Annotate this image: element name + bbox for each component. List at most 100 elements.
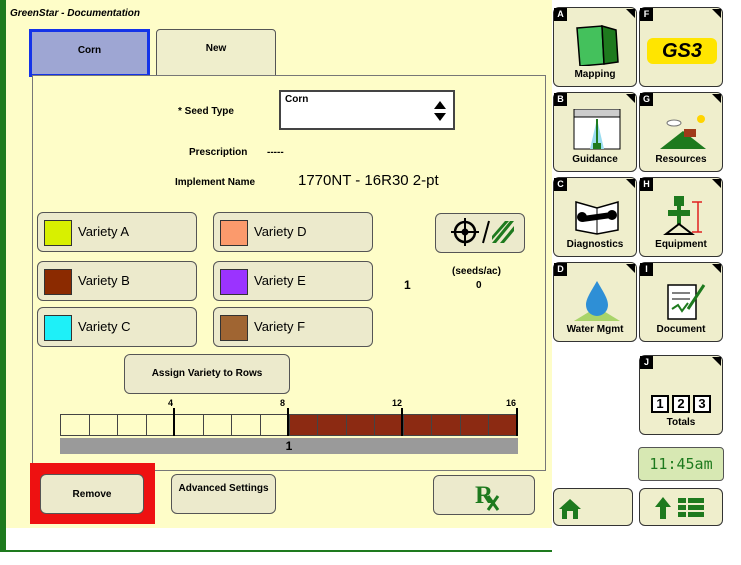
equipment-icon	[663, 196, 702, 235]
softkey-mapping-label: Mapping	[574, 69, 616, 80]
softkey-a-key: A	[554, 8, 567, 21]
row-section-bar: 1	[60, 438, 518, 454]
seed-type-value: Corn	[285, 94, 309, 105]
row-cell-9[interactable]	[288, 415, 318, 435]
totals-icon: 1 2 3	[651, 395, 711, 413]
softkey-h-key: H	[640, 178, 653, 191]
softkey-b-key: B	[554, 93, 567, 106]
row-tick-mark-4	[173, 408, 175, 436]
clock-display: 11:45am	[638, 447, 724, 481]
row-cell-4[interactable]	[145, 415, 175, 435]
document-icon	[667, 284, 706, 320]
arrow-up-menu-icon	[655, 497, 704, 519]
row-cell-14[interactable]	[431, 415, 460, 435]
variety-c-button[interactable]: Variety C	[37, 307, 197, 347]
up-down-arrows-icon[interactable]	[433, 100, 447, 122]
prescription-button[interactable]: R	[433, 475, 535, 515]
softkey-c-key: C	[554, 178, 567, 191]
variety-e-button[interactable]: Variety E	[213, 261, 373, 301]
advanced-settings-button[interactable]: Advanced Settings	[171, 474, 276, 514]
row-assignment-bar[interactable]	[60, 414, 518, 436]
resources-icon	[660, 115, 706, 149]
water-drop-icon	[574, 281, 620, 321]
softkey-mapping[interactable]: A Mapping	[553, 7, 637, 87]
variety-e-label: Variety E	[254, 273, 306, 288]
row-tick-8: 8	[280, 398, 286, 408]
variety-c-label: Variety C	[78, 319, 131, 334]
variety-c-swatch	[44, 315, 72, 341]
remove-button[interactable]: Remove	[40, 474, 144, 514]
softkey-water-mgmt[interactable]: D Water Mgmt	[553, 262, 637, 342]
row-cell-5[interactable]	[174, 415, 203, 435]
seed-type-select[interactable]: Corn	[279, 90, 455, 130]
rate-count: 1	[404, 278, 411, 292]
softkey-g-key: G	[640, 93, 653, 106]
prescription-value: -----	[267, 147, 284, 158]
row-tick-mark-8	[287, 408, 289, 436]
variety-d-button[interactable]: Variety D	[213, 212, 373, 252]
variety-e-swatch	[220, 269, 248, 295]
wrench-book-icon	[575, 201, 619, 235]
softkey-j-key: J	[640, 356, 653, 369]
home-button[interactable]	[553, 488, 633, 526]
implement-name-label: Implement Name	[175, 177, 256, 188]
advanced-settings-label: Advanced Settings	[178, 483, 269, 494]
rate-units: (seeds/ac)	[452, 266, 501, 277]
softkey-d-key: D	[554, 263, 567, 276]
softkey-guidance[interactable]: B Guidance	[553, 92, 637, 172]
variety-b-button[interactable]: Variety B	[37, 261, 197, 301]
totals-digit-3: 3	[693, 395, 711, 413]
assign-variety-button[interactable]: Assign Variety to Rows	[124, 354, 290, 394]
variety-a-label: Variety A	[78, 224, 130, 239]
row-tick-mark-12	[401, 408, 403, 436]
gs3-logo: GS3	[647, 38, 717, 64]
variety-a-button[interactable]: Variety A	[37, 212, 197, 252]
softkey-diagnostics-label: Diagnostics	[566, 239, 624, 250]
softkey-gs3[interactable]: F GS3	[639, 7, 723, 87]
variety-f-swatch	[220, 315, 248, 341]
row-tick-mark-16	[516, 408, 518, 436]
row-cell-7[interactable]	[231, 415, 260, 435]
app-title: GreenStar - Documentation	[10, 8, 141, 19]
row-cell-11[interactable]	[345, 415, 375, 435]
guidance-icon	[573, 109, 621, 150]
softkey-diagnostics[interactable]: C Diagnostics	[553, 177, 637, 257]
variety-b-swatch	[44, 269, 72, 295]
softkey-resources[interactable]: G Resources	[639, 92, 723, 172]
softkey-totals-label: Totals	[666, 417, 696, 428]
menu-up-button[interactable]	[639, 488, 723, 526]
row-cell-15[interactable]	[459, 415, 489, 435]
row-cell-6[interactable]	[202, 415, 232, 435]
implement-name-value: 1770NT - 16R30 2-pt	[298, 172, 439, 189]
variety-d-label: Variety D	[254, 224, 307, 239]
totals-digit-1: 1	[651, 395, 669, 413]
rx-icon: R	[475, 482, 500, 511]
row-cell-10[interactable]	[317, 415, 346, 435]
totals-digit-2: 2	[672, 395, 690, 413]
variety-f-button[interactable]: Variety F	[213, 307, 373, 347]
variety-b-label: Variety B	[78, 273, 130, 288]
row-cell-12[interactable]	[374, 415, 403, 435]
row-cell-8[interactable]	[259, 415, 289, 435]
rate-toggle-button[interactable]	[435, 213, 525, 253]
softkey-document[interactable]: I Document	[639, 262, 723, 342]
row-cell-2[interactable]	[88, 415, 118, 435]
variety-a-swatch	[44, 220, 72, 246]
seed-type-label: * Seed Type	[178, 106, 234, 117]
row-cell-3[interactable]	[117, 415, 146, 435]
home-icon	[559, 499, 581, 519]
rate-value: 0	[476, 280, 482, 291]
tab-corn[interactable]: Corn	[29, 29, 150, 77]
softkey-guidance-label: Guidance	[572, 154, 618, 165]
softkey-equipment[interactable]: H Equipment	[639, 177, 723, 257]
softkey-resources-label: Resources	[655, 154, 707, 165]
variety-d-swatch	[220, 220, 248, 246]
softkey-i-key: I	[640, 263, 653, 276]
target-field-icon	[451, 218, 514, 246]
row-cell-1[interactable]	[60, 415, 89, 435]
tab-new[interactable]: New	[156, 29, 276, 77]
row-cell-13[interactable]	[402, 415, 432, 435]
row-cell-16[interactable]	[488, 415, 518, 435]
prescription-label: Prescription	[189, 147, 248, 158]
softkey-document-label: Document	[656, 324, 706, 335]
